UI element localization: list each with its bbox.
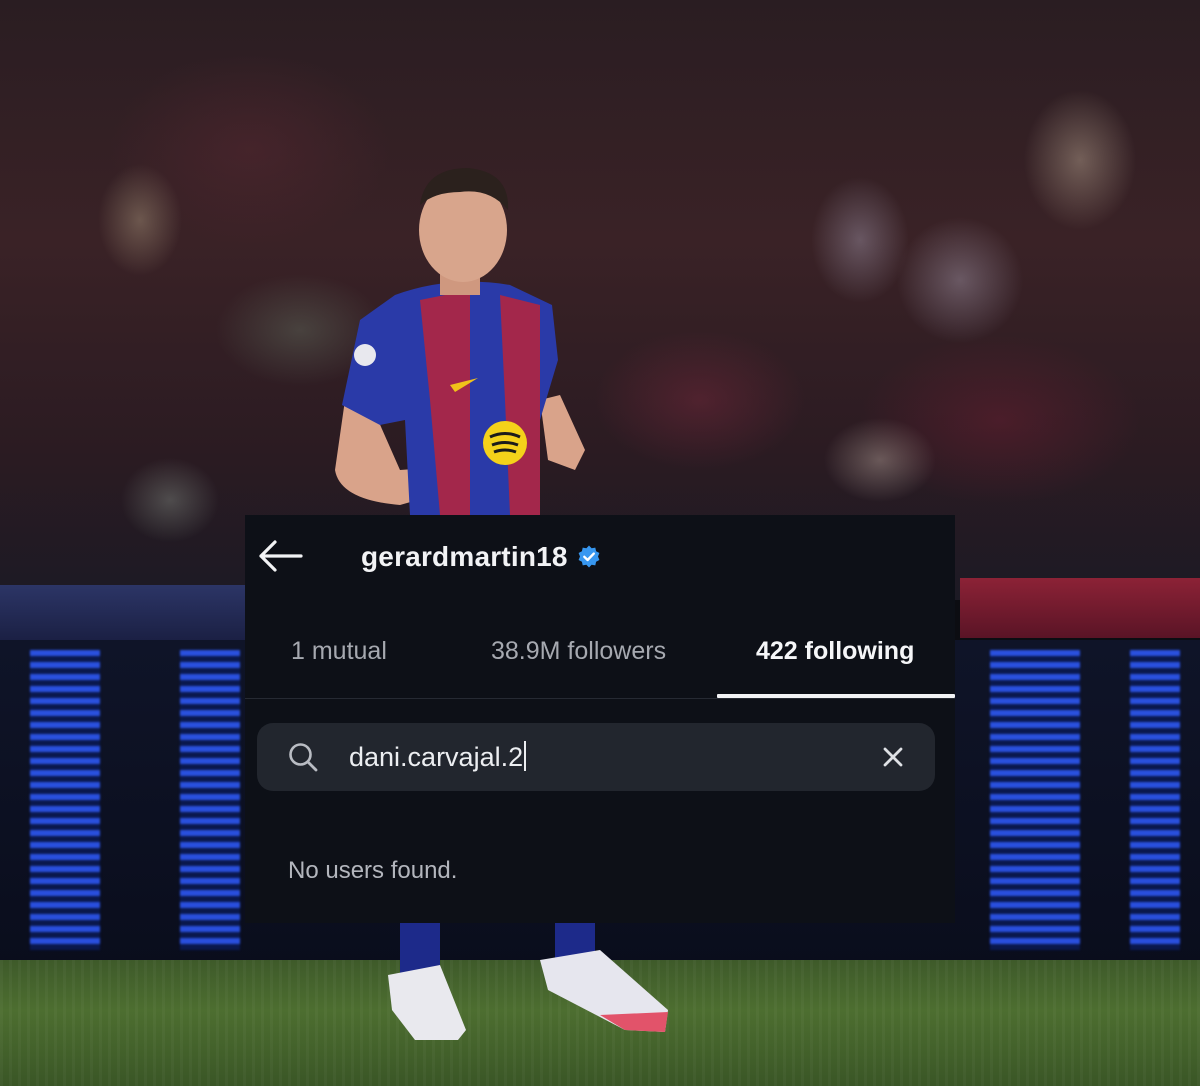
search-icon xyxy=(287,741,319,773)
profile-username: gerardmartin18 xyxy=(361,541,568,572)
tabs-divider xyxy=(245,698,955,699)
connections-tabs: 1 mutual 38.9M followers 422 following xyxy=(245,625,955,701)
username-row: gerardmartin18 xyxy=(361,537,602,577)
tab-followers[interactable]: 38.9M followers xyxy=(491,637,666,666)
close-icon[interactable] xyxy=(879,743,907,771)
arrow-left-icon[interactable] xyxy=(257,539,303,573)
tab-following[interactable]: 422 following xyxy=(756,637,914,666)
search-input[interactable]: dani.carvajal.2 xyxy=(257,723,935,791)
tab-mutual[interactable]: 1 mutual xyxy=(291,637,387,666)
empty-results-message: No users found. xyxy=(288,857,458,884)
verified-badge-icon xyxy=(576,544,602,570)
profile-header: gerardmartin18 xyxy=(245,515,955,597)
search-query-value: dani.carvajal.2 xyxy=(349,742,524,772)
search-query: dani.carvajal.2 xyxy=(349,741,527,773)
following-list-panel: gerardmartin18 1 mutual 38.9M followers … xyxy=(245,515,955,923)
text-caret xyxy=(524,741,527,771)
